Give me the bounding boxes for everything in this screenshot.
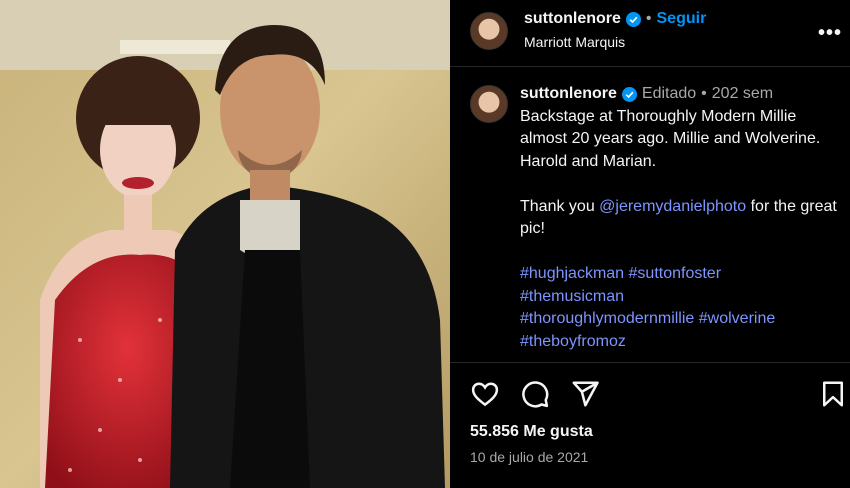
hashtag-link[interactable]: #suttonfoster [629,265,722,282]
hashtag-link[interactable]: #thoroughlymodernmillie [520,310,694,327]
post-photo[interactable] [0,0,450,488]
more-options-button[interactable]: ••• [818,22,842,45]
hashtag-link[interactable]: #wolverine [699,310,775,327]
caption-username[interactable]: suttonlenore [520,83,617,106]
header-separator: • [645,10,652,27]
avatar[interactable] [470,12,508,50]
header-username[interactable]: suttonlenore [524,10,621,28]
mention-link[interactable]: @jeremydanielphoto [599,198,746,215]
comment-icon[interactable] [520,379,550,409]
caption-thanks-text: Thank you [520,197,600,215]
caption-paragraph-1: Backstage at Thoroughly Modern Millie al… [520,107,821,170]
verified-badge-icon [621,86,637,102]
hashtag-link[interactable]: #themusicman [520,288,624,305]
post-age[interactable]: 202 sem [712,83,773,106]
post-header: suttonlenore • Seguir Marriott Marquis •… [450,0,850,67]
edited-label: Editado [641,85,697,102]
header-user-line: suttonlenore • Seguir [524,10,706,28]
hashtag-link[interactable]: #hughjackman [520,265,624,282]
caption-meta: suttonlenore Editado • 202 sem [520,83,838,106]
caption-body: suttonlenore Editado • 202 sem Backstage… [520,83,838,353]
caption-paragraph-2: Thank you @jeremydanielphoto for the gre… [520,196,838,241]
location-link[interactable]: Marriott Marquis [524,34,625,50]
caption-avatar[interactable] [470,85,508,123]
caption-separator: • [701,85,707,102]
verified-badge-icon [625,11,641,27]
caption-section: suttonlenore Editado • 202 sem Backstage… [450,67,850,362]
bookmark-icon[interactable] [818,379,848,409]
hashtag-link[interactable]: #theboyfromoz [520,333,626,350]
heart-icon[interactable] [470,379,500,409]
post-sidebar: suttonlenore • Seguir Marriott Marquis •… [450,0,850,488]
share-icon[interactable] [570,379,600,409]
actions-section: 55.856 Me gusta 10 de julio de 2021 [450,362,850,465]
post-date[interactable]: 10 de julio de 2021 [470,449,588,465]
follow-button[interactable]: Seguir [657,10,707,28]
hashtag-list: #hughjackman #suttonfoster #themusicman … [520,263,838,353]
likes-count[interactable]: 55.856 Me gusta [470,423,593,441]
